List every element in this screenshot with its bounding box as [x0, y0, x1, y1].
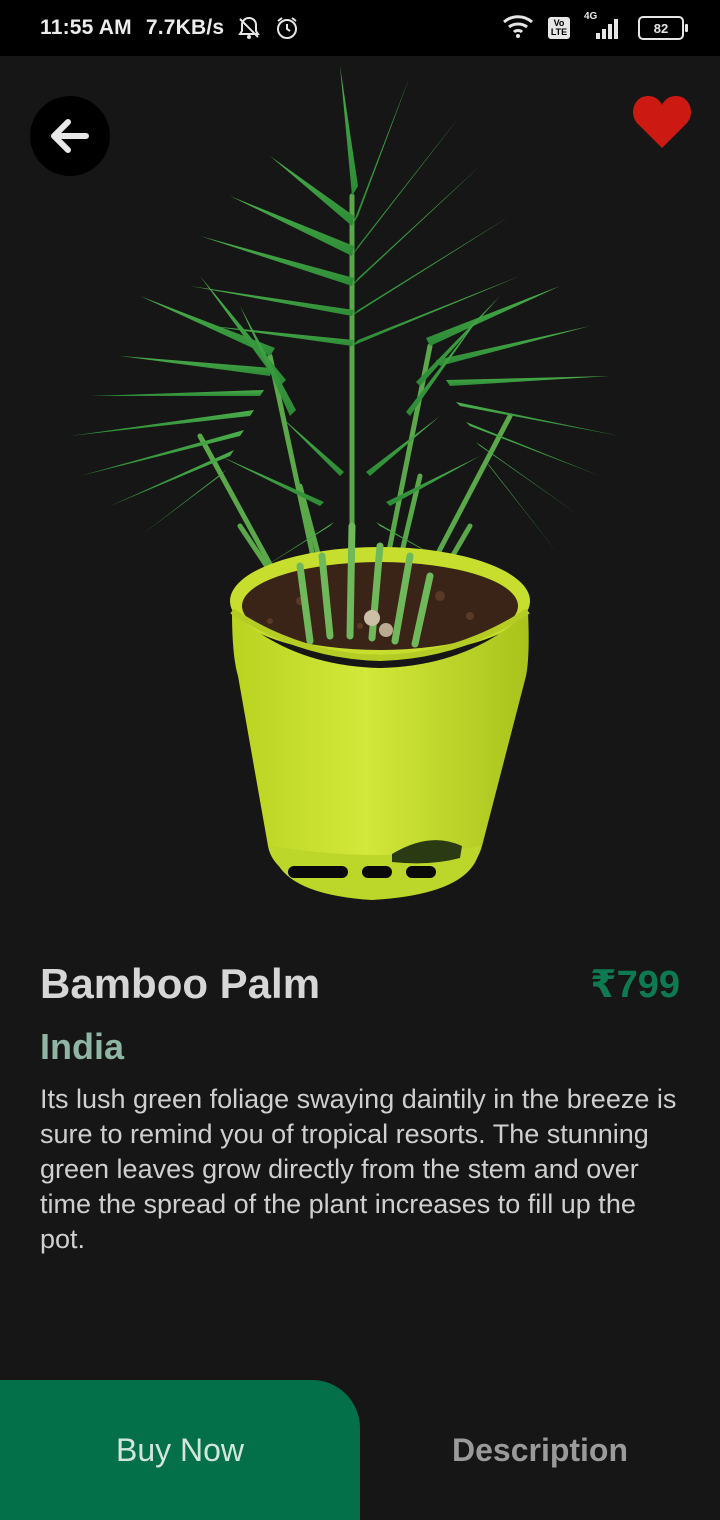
back-button[interactable] — [30, 96, 110, 176]
pager-dot-active[interactable] — [288, 866, 348, 878]
description-button[interactable]: Description — [360, 1380, 720, 1520]
wifi-icon — [502, 14, 534, 43]
title-row: Bamboo Palm ₹799 — [40, 960, 680, 1008]
arrow-left-icon — [51, 119, 89, 153]
product-name: Bamboo Palm — [40, 960, 321, 1007]
battery-indicator: 82 — [638, 16, 688, 40]
product-description: Its lush green foliage swaying daintily … — [40, 1084, 677, 1254]
heart-icon — [633, 96, 691, 148]
signal-icon: 4G — [584, 11, 624, 41]
favorite-button[interactable] — [630, 92, 694, 152]
status-time: 11:55 AM — [40, 16, 132, 39]
product-image — [70, 66, 620, 900]
status-right: Vo LTE 4G 82 — [502, 0, 688, 56]
notifications-off-icon — [236, 15, 262, 41]
product-origin: India — [40, 1026, 125, 1067]
network-speed: 7.7KB/s — [145, 16, 225, 39]
product-price: ₹799 — [590, 963, 680, 1006]
pager-dot[interactable] — [406, 866, 436, 878]
alarm-icon — [274, 15, 300, 41]
image-pager — [288, 866, 436, 878]
status-bar: 11:55 AM 7.7KB/s Vo LTE 4G 82 — [0, 0, 720, 56]
battery-level: 82 — [653, 20, 669, 36]
pager-dot[interactable] — [362, 866, 392, 878]
product-details: Bamboo Palm ₹799 India Its lush green fo… — [40, 960, 680, 1257]
product-hero — [0, 56, 720, 926]
buy-now-button[interactable]: Buy Now — [0, 1380, 360, 1520]
bottom-action-bar: Buy Now Description — [0, 1380, 720, 1520]
volte-icon: Vo LTE — [548, 17, 570, 39]
status-left: 11:55 AM 7.7KB/s — [40, 0, 300, 56]
